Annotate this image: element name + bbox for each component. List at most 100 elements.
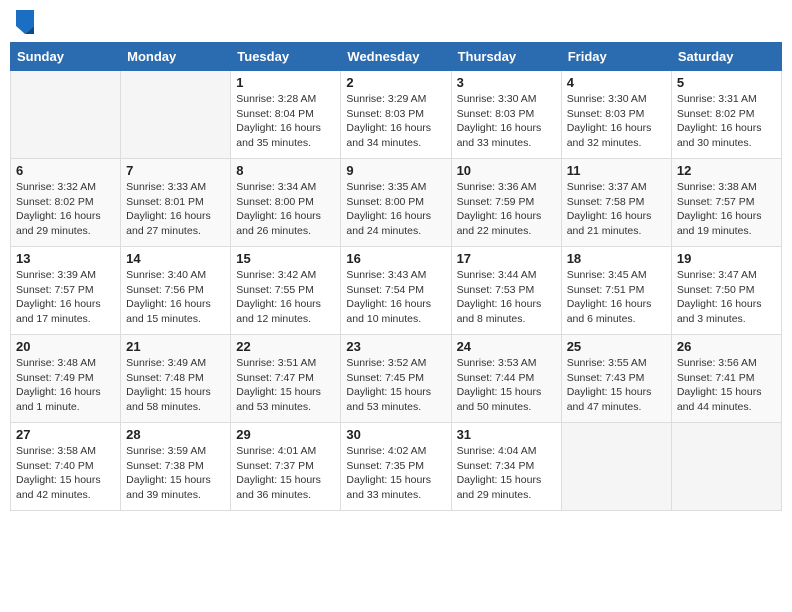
day-number: 13	[16, 251, 115, 266]
day-number: 3	[457, 75, 556, 90]
day-info: Sunrise: 3:32 AM Sunset: 8:02 PM Dayligh…	[16, 180, 115, 239]
calendar-cell: 2 Sunrise: 3:29 AM Sunset: 8:03 PM Daylig…	[341, 71, 451, 159]
calendar-cell: 23Sunrise: 3:52 AM Sunset: 7:45 PM Dayli…	[341, 335, 451, 423]
day-info: Sunrise: 3:44 AM Sunset: 7:53 PM Dayligh…	[457, 268, 556, 327]
calendar-cell: 12 Sunrise: 3:38 AM Sunset: 7:57 PM Dayli…	[671, 159, 781, 247]
day-number: 9	[346, 163, 445, 178]
calendar-cell: 11 Sunrise: 3:37 AM Sunset: 7:58 PM Dayli…	[561, 159, 671, 247]
day-number: 23	[346, 339, 445, 354]
day-number: 4	[567, 75, 666, 90]
calendar-header-wednesday: Wednesday	[341, 43, 451, 71]
calendar-header-tuesday: Tuesday	[231, 43, 341, 71]
day-info: Sunrise: 3:33 AM Sunset: 8:01 PM Dayligh…	[126, 180, 225, 239]
calendar-cell: 3 Sunrise: 3:30 AM Sunset: 8:03 PM Daylig…	[451, 71, 561, 159]
calendar-cell: 31 Sunrise: 4:04 AM Sunset: 7:34 PM Dayli…	[451, 423, 561, 511]
day-number: 6	[16, 163, 115, 178]
logo-icon	[16, 10, 34, 34]
calendar-cell: 25 Sunrise: 3:55 AM Sunset: 7:43 PM Dayli…	[561, 335, 671, 423]
calendar-header-sunday: Sunday	[11, 43, 121, 71]
calendar-cell	[671, 423, 781, 511]
day-number: 31	[457, 427, 556, 442]
calendar-header-friday: Friday	[561, 43, 671, 71]
day-info: Sunrise: 3:45 AM Sunset: 7:51 PM Dayligh…	[567, 268, 666, 327]
logo	[14, 10, 34, 34]
day-info: Sunrise: 3:42 AM Sunset: 7:55 PM Dayligh…	[236, 268, 335, 327]
day-info: Sunrise: 4:04 AM Sunset: 7:34 PM Dayligh…	[457, 444, 556, 503]
day-number: 2	[346, 75, 445, 90]
calendar-table: SundayMondayTuesdayWednesdayThursdayFrid…	[10, 42, 782, 511]
calendar-cell: 19 Sunrise: 3:47 AM Sunset: 7:50 PM Dayli…	[671, 247, 781, 335]
day-number: 16	[346, 251, 445, 266]
calendar-cell	[561, 423, 671, 511]
day-info: Sunrise: 3:36 AM Sunset: 7:59 PM Dayligh…	[457, 180, 556, 239]
day-info: Sunrise: 3:59 AM Sunset: 7:38 PM Dayligh…	[126, 444, 225, 503]
day-number: 21	[126, 339, 225, 354]
day-number: 19	[677, 251, 776, 266]
day-number: 5	[677, 75, 776, 90]
day-info: Sunrise: 3:30 AM Sunset: 8:03 PM Dayligh…	[457, 92, 556, 151]
day-number: 7	[126, 163, 225, 178]
calendar-week-row: 27 Sunrise: 3:58 AM Sunset: 7:40 PM Dayli…	[11, 423, 782, 511]
day-info: Sunrise: 3:43 AM Sunset: 7:54 PM Dayligh…	[346, 268, 445, 327]
day-info: Sunrise: 3:49 AM Sunset: 7:48 PM Dayligh…	[126, 356, 225, 415]
day-info: Sunrise: 3:53 AM Sunset: 7:44 PM Dayligh…	[457, 356, 556, 415]
calendar-cell: 27 Sunrise: 3:58 AM Sunset: 7:40 PM Dayli…	[11, 423, 121, 511]
calendar-week-row: 1 Sunrise: 3:28 AM Sunset: 8:04 PM Daylig…	[11, 71, 782, 159]
day-number: 25	[567, 339, 666, 354]
day-number: 11	[567, 163, 666, 178]
calendar-cell: 18 Sunrise: 3:45 AM Sunset: 7:51 PM Dayli…	[561, 247, 671, 335]
day-info: Sunrise: 3:29 AM Sunset: 8:03 PM Dayligh…	[346, 92, 445, 151]
day-info: Sunrise: 3:37 AM Sunset: 7:58 PM Dayligh…	[567, 180, 666, 239]
day-number: 27	[16, 427, 115, 442]
day-number: 10	[457, 163, 556, 178]
day-number: 30	[346, 427, 445, 442]
calendar-cell: 1 Sunrise: 3:28 AM Sunset: 8:04 PM Daylig…	[231, 71, 341, 159]
day-number: 17	[457, 251, 556, 266]
day-info: Sunrise: 4:01 AM Sunset: 7:37 PM Dayligh…	[236, 444, 335, 503]
calendar-cell: 6 Sunrise: 3:32 AM Sunset: 8:02 PM Daylig…	[11, 159, 121, 247]
day-number: 14	[126, 251, 225, 266]
day-info: Sunrise: 3:39 AM Sunset: 7:57 PM Dayligh…	[16, 268, 115, 327]
day-info: Sunrise: 3:40 AM Sunset: 7:56 PM Dayligh…	[126, 268, 225, 327]
calendar-cell	[121, 71, 231, 159]
calendar-cell: 24 Sunrise: 3:53 AM Sunset: 7:44 PM Dayli…	[451, 335, 561, 423]
day-info: Sunrise: 3:56 AM Sunset: 7:41 PM Dayligh…	[677, 356, 776, 415]
calendar-header-thursday: Thursday	[451, 43, 561, 71]
day-info: Sunrise: 3:28 AM Sunset: 8:04 PM Dayligh…	[236, 92, 335, 151]
calendar-cell: 9Sunrise: 3:35 AM Sunset: 8:00 PM Daylig…	[341, 159, 451, 247]
calendar-cell: 22 Sunrise: 3:51 AM Sunset: 7:47 PM Dayli…	[231, 335, 341, 423]
calendar-cell: 21 Sunrise: 3:49 AM Sunset: 7:48 PM Dayli…	[121, 335, 231, 423]
day-number: 29	[236, 427, 335, 442]
calendar-cell: 15Sunrise: 3:42 AM Sunset: 7:55 PM Dayli…	[231, 247, 341, 335]
day-number: 12	[677, 163, 776, 178]
calendar-cell: 8 Sunrise: 3:34 AM Sunset: 8:00 PM Daylig…	[231, 159, 341, 247]
day-info: Sunrise: 3:47 AM Sunset: 7:50 PM Dayligh…	[677, 268, 776, 327]
day-info: Sunrise: 3:48 AM Sunset: 7:49 PM Dayligh…	[16, 356, 115, 415]
calendar-cell: 4 Sunrise: 3:30 AM Sunset: 8:03 PM Daylig…	[561, 71, 671, 159]
day-info: Sunrise: 3:38 AM Sunset: 7:57 PM Dayligh…	[677, 180, 776, 239]
day-info: Sunrise: 3:55 AM Sunset: 7:43 PM Dayligh…	[567, 356, 666, 415]
day-number: 1	[236, 75, 335, 90]
calendar-cell: 14 Sunrise: 3:40 AM Sunset: 7:56 PM Dayli…	[121, 247, 231, 335]
calendar-cell: 26Sunrise: 3:56 AM Sunset: 7:41 PM Dayli…	[671, 335, 781, 423]
calendar-cell: 7 Sunrise: 3:33 AM Sunset: 8:01 PM Daylig…	[121, 159, 231, 247]
day-info: Sunrise: 3:34 AM Sunset: 8:00 PM Dayligh…	[236, 180, 335, 239]
day-number: 24	[457, 339, 556, 354]
day-info: Sunrise: 3:30 AM Sunset: 8:03 PM Dayligh…	[567, 92, 666, 151]
day-number: 22	[236, 339, 335, 354]
day-number: 28	[126, 427, 225, 442]
day-number: 18	[567, 251, 666, 266]
page-header	[10, 10, 782, 34]
day-info: Sunrise: 3:31 AM Sunset: 8:02 PM Dayligh…	[677, 92, 776, 151]
day-info: Sunrise: 4:02 AM Sunset: 7:35 PM Dayligh…	[346, 444, 445, 503]
calendar-week-row: 6 Sunrise: 3:32 AM Sunset: 8:02 PM Daylig…	[11, 159, 782, 247]
calendar-cell: 5 Sunrise: 3:31 AM Sunset: 8:02 PM Daylig…	[671, 71, 781, 159]
calendar-header-row: SundayMondayTuesdayWednesdayThursdayFrid…	[11, 43, 782, 71]
calendar-cell	[11, 71, 121, 159]
day-info: Sunrise: 3:51 AM Sunset: 7:47 PM Dayligh…	[236, 356, 335, 415]
calendar-header-saturday: Saturday	[671, 43, 781, 71]
day-number: 8	[236, 163, 335, 178]
calendar-header-monday: Monday	[121, 43, 231, 71]
day-info: Sunrise: 3:58 AM Sunset: 7:40 PM Dayligh…	[16, 444, 115, 503]
calendar-cell: 13 Sunrise: 3:39 AM Sunset: 7:57 PM Dayli…	[11, 247, 121, 335]
